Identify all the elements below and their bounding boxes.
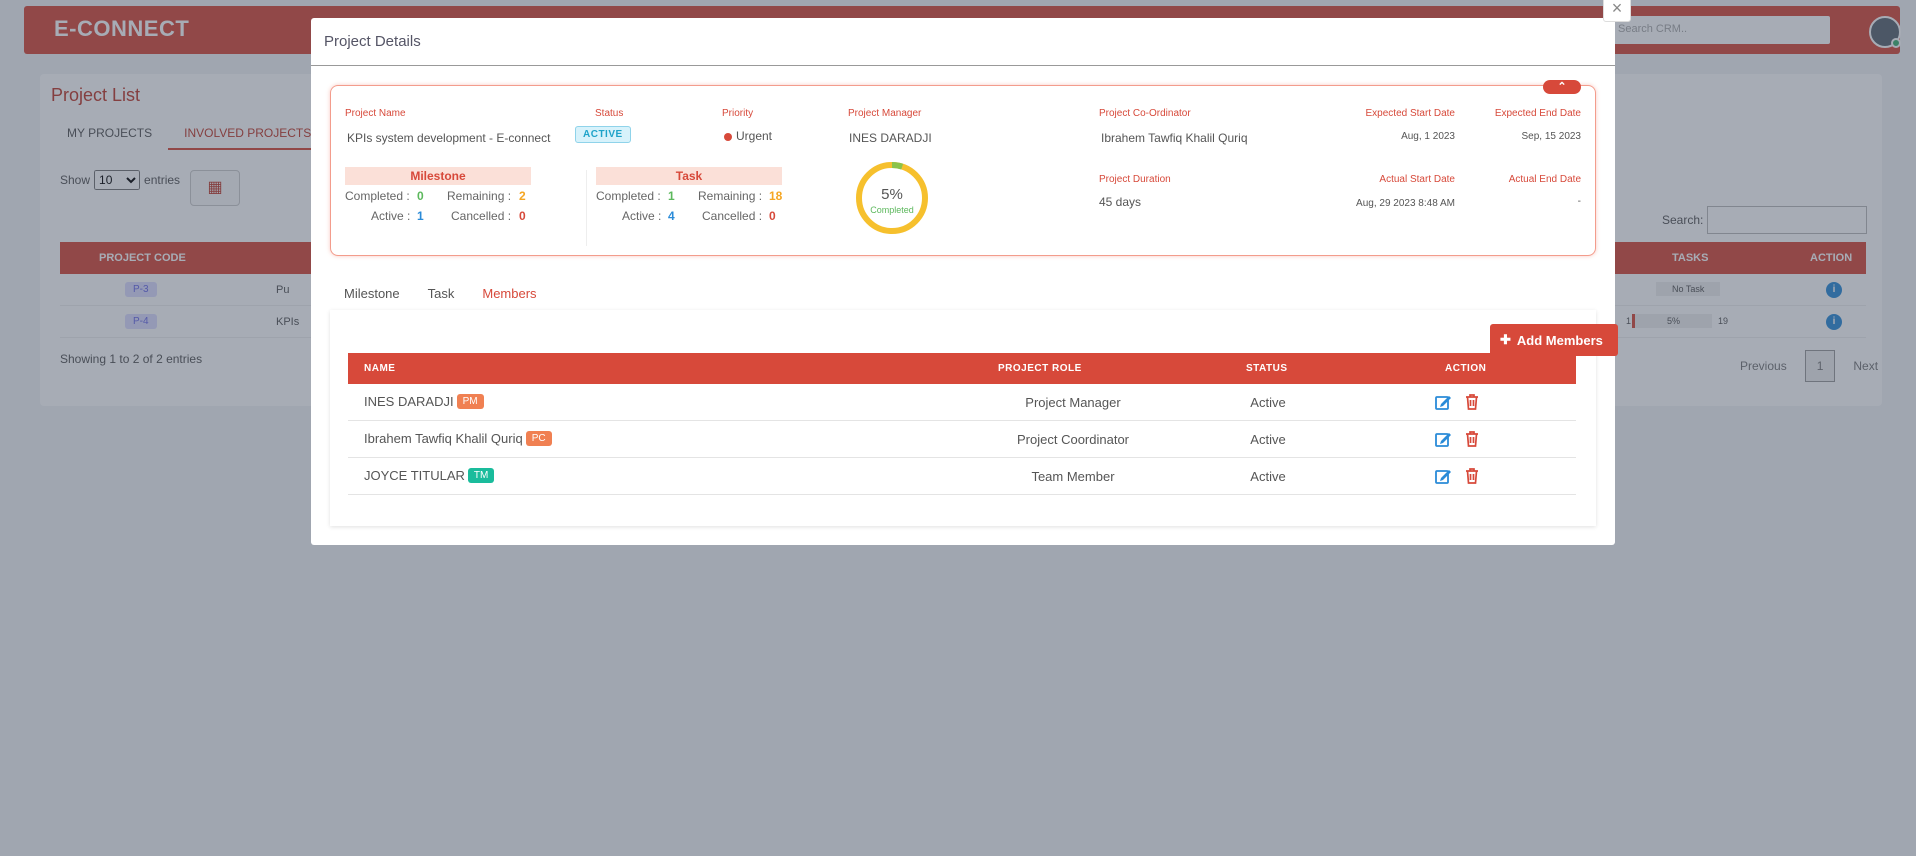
task-stats-title: Task [596,167,782,185]
close-icon[interactable]: × [1603,0,1631,22]
task-active-label: Active : [622,209,662,223]
milestone-completed-label: Completed : [345,189,410,203]
member-name: INES DARADJI [364,394,454,409]
stats-divider [586,170,587,246]
add-members-label: Add Members [1516,332,1603,348]
col-name: NAME [364,363,396,374]
progress-label: Completed [870,205,914,215]
project-name-label: Project Name [345,108,406,119]
progress-percent: 5% [881,186,903,203]
edit-icon[interactable] [1434,393,1452,411]
delete-icon[interactable] [1463,393,1481,411]
edit-icon[interactable] [1434,467,1452,485]
milestone-active-value: 1 [417,209,424,223]
milestone-stats-row: Completed : 0 Remaining : 2 [345,185,531,205]
task-active-value: 4 [668,209,675,223]
add-members-button[interactable]: ✚ Add Members [1490,324,1618,356]
member-name-cell: Ibrahem Tawfiq Khalil Quriq PC [364,431,552,446]
col-action: ACTION [1445,363,1487,374]
actual-start-label: Actual Start Date [1379,174,1455,185]
member-name-cell: JOYCE TITULAR TM [364,468,495,483]
milestone-remaining-value: 2 [519,189,526,203]
detail-tabs: Milestone Task Members [330,278,551,313]
priority-dot-icon [724,133,732,141]
manager-label: Project Manager [848,108,922,119]
member-status: Active [1250,469,1286,484]
member-role: Team Member [1031,469,1115,484]
milestone-stats-row: Active : 1 Cancelled : 0 [345,205,531,225]
chevron-up-icon: ⌃ [1557,81,1567,93]
col-status: STATUS [1246,363,1288,374]
member-role-tag: PM [456,394,484,409]
duration-value: 45 days [1099,195,1142,209]
project-name-value: KPIs system development - E-connect [347,131,551,145]
member-row: Ibrahem Tawfiq Khalil Quriq PC Project C… [348,421,1576,458]
member-role-tag: PC [525,431,552,446]
priority-label: Priority [722,108,754,119]
task-completed-label: Completed : [596,189,661,203]
tab-task[interactable]: Task [414,278,469,313]
expected-end-value: Sep, 15 2023 [1521,131,1582,142]
tab-members[interactable]: Members [468,278,551,313]
manager-value: INES DARADJI [849,131,932,145]
member-role: Project Coordinator [1017,432,1129,447]
member-role-tag: TM [467,468,495,483]
status-badge: ACTIVE [575,126,631,143]
plus-icon: ✚ [1500,332,1511,347]
coordinator-label: Project Co-Ordinator [1099,108,1191,119]
task-stats: Task Completed : 1 Remaining : 18 Active… [596,167,782,225]
milestone-active-label: Active : [371,209,411,223]
task-stats-row: Active : 4 Cancelled : 0 [596,205,782,225]
collapse-button[interactable]: ⌃ [1543,80,1581,94]
tab-milestone[interactable]: Milestone [330,278,414,313]
actual-start-value: Aug, 29 2023 8:48 AM [1356,198,1455,209]
milestone-remaining-label: Remaining : [447,189,512,203]
member-status: Active [1250,432,1286,447]
milestone-cancelled-label: Cancelled : [451,209,512,223]
modal-title: Project Details [311,18,1615,66]
priority-value: Urgent [736,129,773,143]
task-stats-row: Completed : 1 Remaining : 18 [596,185,782,205]
duration-label: Project Duration [1099,174,1171,185]
actual-end-label: Actual End Date [1508,174,1581,185]
milestone-stats: Milestone Completed : 0 Remaining : 2 Ac… [345,167,531,225]
expected-start-label: Expected Start Date [1365,108,1456,119]
member-status: Active [1250,395,1286,410]
task-remaining-label: Remaining : [698,189,763,203]
milestone-cancelled-value: 0 [519,209,526,223]
coordinator-value: Ibrahem Tawfiq Khalil Quriq [1101,131,1248,145]
actual-end-value: - [1577,196,1581,207]
col-project-role: PROJECT ROLE [998,363,1082,374]
member-name: JOYCE TITULAR [364,468,465,483]
milestone-completed-value: 0 [417,189,424,203]
delete-icon[interactable] [1463,467,1481,485]
milestone-stats-title: Milestone [345,167,531,185]
member-name: Ibrahem Tawfiq Khalil Quriq [364,431,523,446]
task-completed-value: 1 [668,189,675,203]
member-role: Project Manager [1025,395,1121,410]
expected-end-label: Expected End Date [1494,108,1581,119]
members-table-header: NAME PROJECT ROLE STATUS ACTION [348,353,1576,384]
task-remaining-value: 18 [769,189,783,203]
status-label: Status [595,108,624,119]
edit-icon[interactable] [1434,430,1452,448]
task-cancelled-label: Cancelled : [702,209,763,223]
member-name-cell: INES DARADJI PM [364,394,484,409]
project-details-modal: Project Details ⌃ Project Name KPIs syst… [311,18,1618,545]
expected-start-value: Aug, 1 2023 [1401,131,1455,142]
member-row: JOYCE TITULAR TM Team Member Active [348,458,1576,495]
task-cancelled-value: 0 [769,209,776,223]
delete-icon[interactable] [1463,430,1481,448]
member-row: INES DARADJI PM Project Manager Active [348,384,1576,421]
